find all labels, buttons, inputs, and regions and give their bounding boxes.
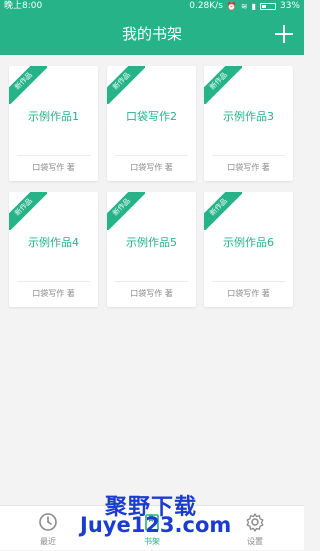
book-title: 示例作品5 xyxy=(126,236,177,249)
new-badge-label: 新作品 xyxy=(107,192,145,230)
watermark-url: Juye123.com xyxy=(80,513,232,537)
book-title: 示例作品1 xyxy=(28,110,79,123)
divider xyxy=(212,281,285,282)
new-badge: 新作品 xyxy=(9,192,47,230)
book-title: 示例作品3 xyxy=(223,110,274,123)
book-card[interactable]: 新作品 示例作品6 口袋写作 著 xyxy=(204,192,293,307)
app-bar: 我的书架 xyxy=(0,13,304,55)
book-card[interactable]: 新作品 示例作品5 口袋写作 著 xyxy=(107,192,196,307)
status-right: 0.28K/s ⏰ ≋ ▮ 33% xyxy=(189,0,300,13)
new-badge-label: 新作品 xyxy=(204,66,242,104)
new-badge-label: 新作品 xyxy=(204,192,242,230)
book-author: 口袋写作 著 xyxy=(32,163,75,172)
book-author: 口袋写作 著 xyxy=(130,289,173,298)
book-title: 示例作品6 xyxy=(223,236,274,249)
nav-recent[interactable]: 最近 xyxy=(18,506,78,551)
book-author: 口袋写作 著 xyxy=(130,163,173,172)
nav-settings-label: 设置 xyxy=(247,537,263,546)
new-badge-label: 新作品 xyxy=(9,66,47,104)
new-badge-label: 新作品 xyxy=(9,192,47,230)
book-card[interactable]: 新作品 示例作品4 口袋写作 著 xyxy=(9,192,98,307)
book-author: 口袋写作 著 xyxy=(32,289,75,298)
new-badge: 新作品 xyxy=(204,192,242,230)
clock-icon xyxy=(39,513,57,531)
status-bar: 晚上8:00 0.28K/s ⏰ ≋ ▮ 33% xyxy=(0,0,304,13)
book-card[interactable]: 新作品 示例作品3 口袋写作 著 xyxy=(204,66,293,181)
new-badge: 新作品 xyxy=(107,192,145,230)
divider xyxy=(17,281,90,282)
book-title: 口袋写作2 xyxy=(126,110,177,123)
new-badge: 新作品 xyxy=(204,66,242,104)
new-badge-label: 新作品 xyxy=(107,66,145,104)
nav-settings[interactable]: 设置 xyxy=(225,506,285,551)
add-book-button[interactable] xyxy=(272,22,296,46)
divider xyxy=(17,155,90,156)
book-title: 示例作品4 xyxy=(28,236,79,249)
wifi-icon: ≋ xyxy=(240,2,248,11)
signal-icon: ▮ xyxy=(251,2,256,11)
divider xyxy=(115,155,188,156)
book-author: 口袋写作 著 xyxy=(227,289,270,298)
book-card[interactable]: 新作品 示例作品1 口袋写作 著 xyxy=(9,66,98,181)
nav-recent-label: 最近 xyxy=(40,537,56,546)
divider xyxy=(212,155,285,156)
divider xyxy=(115,281,188,282)
book-card[interactable]: 新作品 口袋写作2 口袋写作 著 xyxy=(107,66,196,181)
book-author: 口袋写作 著 xyxy=(227,163,270,172)
nav-bookshelf-label: 书架 xyxy=(144,537,160,546)
battery-level: 33% xyxy=(279,1,300,11)
new-badge: 新作品 xyxy=(107,66,145,104)
net-speed: 0.28K/s xyxy=(189,1,223,11)
battery-icon xyxy=(259,3,276,10)
page-title: 我的书架 xyxy=(121,25,182,43)
gear-icon xyxy=(246,513,264,532)
new-badge: 新作品 xyxy=(9,66,47,104)
alarm-icon: ⏰ xyxy=(226,2,237,11)
status-time: 晚上8:00 xyxy=(4,1,43,11)
